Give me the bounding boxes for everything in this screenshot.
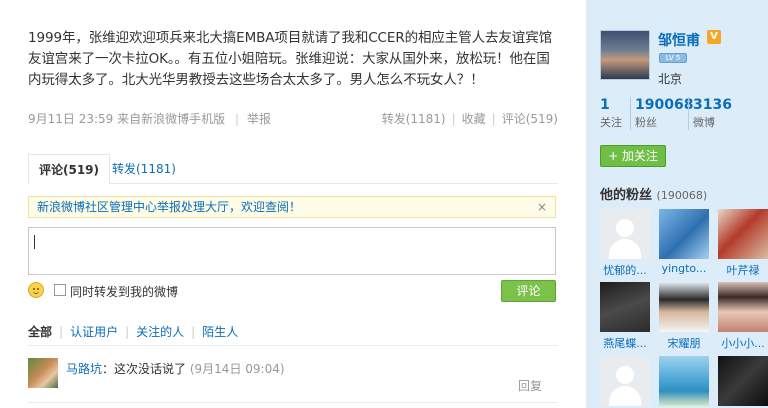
- verified-icon: V: [707, 30, 721, 44]
- divider: [28, 402, 558, 403]
- profile-stats: 1 关注 190068 粉丝 3136 微博: [600, 97, 760, 133]
- fan-avatar[interactable]: [600, 356, 650, 406]
- divider: [28, 345, 558, 346]
- fan-name[interactable]: yingto...: [653, 262, 715, 275]
- fan-avatar[interactable]: [600, 282, 650, 332]
- filter-following[interactable]: 关注的人: [136, 325, 184, 339]
- stat-following[interactable]: 1 关注: [600, 97, 622, 130]
- fan-avatar[interactable]: [718, 282, 768, 332]
- repost-checkbox-label[interactable]: 同时转发到我的微博: [70, 283, 178, 300]
- reply-link[interactable]: 回复: [518, 377, 542, 394]
- weibo-main-column: 1999年，张维迎欢迎项兵来北大搞EMBA项目就请了我和CCER的相应主管人去友…: [0, 0, 586, 408]
- comment-input[interactable]: [28, 227, 556, 275]
- post-text: 1999年，张维迎欢迎项兵来北大搞EMBA项目就请了我和CCER的相应主管人去友…: [28, 30, 552, 88]
- level-badge[interactable]: LV 5: [659, 53, 687, 63]
- fan-avatar[interactable]: [718, 209, 768, 259]
- fan-avatar[interactable]: [659, 209, 709, 259]
- avatar[interactable]: [28, 358, 58, 388]
- fan-avatar[interactable]: [659, 356, 709, 406]
- fan-avatar[interactable]: [659, 282, 709, 332]
- close-icon[interactable]: ×: [537, 197, 547, 217]
- filter-all[interactable]: 全部: [28, 325, 52, 339]
- comment-filters: 全部 | 认证用户 | 关注的人 | 陌生人: [28, 325, 239, 339]
- stat-followers[interactable]: 190068 粉丝: [630, 97, 693, 130]
- notice-banner: 新浪微博社区管理中心举报处理大厅，欢迎查阅！ ×: [28, 196, 556, 218]
- fan-avatar[interactable]: [600, 209, 650, 259]
- comment-time: (9月14日 09:04): [189, 362, 285, 376]
- emoji-icon[interactable]: [28, 282, 44, 298]
- post-timestamp[interactable]: 9月11日 23:59: [28, 112, 113, 126]
- report-link[interactable]: 举报: [247, 112, 271, 126]
- fan-name[interactable]: 宋耀朋: [653, 335, 715, 351]
- profile-name[interactable]: 邹恒甫: [658, 30, 700, 50]
- fan-name[interactable]: 小小小...: [712, 335, 768, 351]
- post-source[interactable]: 来自新浪微博手机版: [117, 112, 225, 126]
- repost-link[interactable]: 转发(1181): [382, 112, 446, 126]
- filter-verified[interactable]: 认证用户: [70, 325, 118, 339]
- meta-separator: |: [234, 112, 240, 126]
- comment-link[interactable]: 评论(519): [502, 112, 558, 126]
- comment-text: ：这次没话说了: [102, 362, 187, 376]
- comment-item: 马路坑：这次没话说了 (9月14日 09:04): [66, 360, 285, 377]
- fan-name[interactable]: 忧郁的...: [594, 262, 656, 278]
- filter-strangers[interactable]: 陌生人: [202, 325, 238, 339]
- text-caret: [34, 235, 35, 249]
- fan-name[interactable]: 叶芹禄: [712, 262, 768, 278]
- follow-button[interactable]: + 加关注: [600, 145, 666, 167]
- post-meta: 9月11日 23:59 来自新浪微博手机版 | 举报 转发(1181) | 收藏 | 评论…: [28, 112, 558, 126]
- favorite-link[interactable]: 收藏: [462, 112, 486, 126]
- stat-posts[interactable]: 3136 微博: [688, 97, 732, 130]
- fans-section-title[interactable]: 他的粉丝 (190068): [600, 184, 707, 203]
- fan-avatar[interactable]: [718, 356, 768, 406]
- notice-text[interactable]: 新浪微博社区管理中心举报处理大厅，欢迎查阅！: [37, 200, 301, 214]
- comment-tabs: 评论(519) 转发(1181): [28, 154, 558, 185]
- tab-reposts[interactable]: 转发(1181): [102, 154, 186, 185]
- commenter-name[interactable]: 马路坑: [66, 362, 102, 376]
- submit-comment-button[interactable]: 评论: [501, 280, 556, 302]
- profile-location: 北京: [658, 72, 683, 86]
- repost-checkbox[interactable]: [54, 284, 66, 296]
- profile-avatar[interactable]: [600, 30, 650, 80]
- fan-name[interactable]: 燕尾蝶...: [594, 335, 656, 351]
- profile-sidebar: 邹恒甫 V LV 5 北京 1 关注 190068 粉丝 3136 微博 + 加…: [586, 0, 768, 408]
- tab-comments[interactable]: 评论(519): [28, 154, 111, 185]
